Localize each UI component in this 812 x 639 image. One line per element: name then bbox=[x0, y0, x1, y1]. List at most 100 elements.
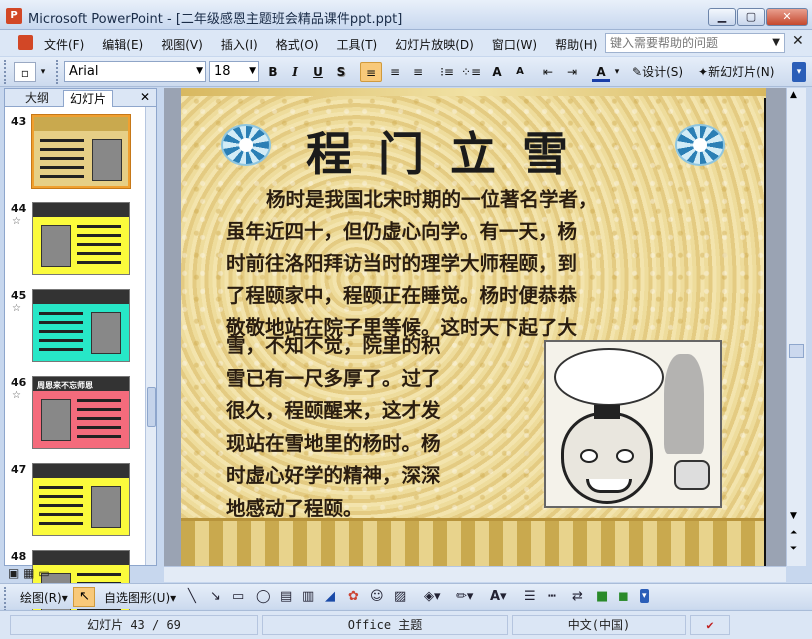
menu-item[interactable]: 幻灯片放映(D) bbox=[395, 36, 474, 53]
maximize-button[interactable]: ▢ bbox=[737, 8, 765, 26]
chevron-down-icon[interactable]: ▾ bbox=[612, 62, 622, 82]
chevron-down-icon[interactable]: ▼ bbox=[249, 62, 256, 81]
slide-thumbnail[interactable] bbox=[32, 202, 130, 275]
slide-thumbnail-row[interactable]: 46 ☆ 周恩来不忘师恩 bbox=[5, 376, 145, 456]
document-close-icon[interactable]: ✕ bbox=[792, 33, 804, 49]
picture-icon[interactable]: ▨ bbox=[394, 589, 406, 604]
previous-slide-icon[interactable]: ⏶ bbox=[790, 528, 797, 538]
shrink-font-button[interactable]: A bbox=[512, 62, 528, 82]
help-search-input[interactable]: 键入需要帮助的问题 ▼ bbox=[605, 33, 785, 53]
draw-menu-button[interactable]: 绘图(R)▾ bbox=[20, 589, 68, 606]
document-icon[interactable] bbox=[18, 35, 33, 50]
spelling-check-icon[interactable]: ✔ bbox=[690, 615, 730, 635]
minimize-button[interactable]: ▁ bbox=[708, 8, 736, 26]
grow-font-button[interactable]: A bbox=[488, 62, 506, 82]
diagram-icon[interactable]: ✿ bbox=[348, 589, 359, 604]
3d-style-icon[interactable]: ◼ bbox=[618, 589, 629, 604]
bullet-list-icon[interactable]: ⁘≡ bbox=[460, 62, 482, 82]
wordart-icon[interactable]: ◢ bbox=[325, 589, 335, 604]
shadow-style-icon[interactable]: ■ bbox=[596, 589, 608, 604]
scroll-down-icon[interactable]: ▼ bbox=[790, 511, 797, 521]
panel-scrollbar[interactable] bbox=[145, 107, 156, 565]
align-center-button[interactable]: ≡ bbox=[384, 62, 406, 82]
new-slide-button[interactable]: ✦新幻灯片(N) bbox=[698, 62, 788, 82]
slide-thumbnail-row[interactable]: 43 bbox=[5, 114, 145, 195]
next-slide-icon[interactable]: ⏷ bbox=[790, 544, 797, 554]
vertical-textbox-icon[interactable]: ▥ bbox=[302, 589, 314, 604]
menu-item[interactable]: 格式(O) bbox=[276, 36, 319, 53]
autoshapes-button[interactable]: 自选图形(U)▾ bbox=[104, 589, 176, 606]
menu-item[interactable]: 窗口(W) bbox=[492, 36, 537, 53]
slide-horizontal-scrollbar[interactable] bbox=[164, 566, 786, 582]
numbered-list-icon[interactable]: ⁝≡ bbox=[436, 62, 458, 82]
slide-paragraph-continued[interactable]: 雪，不知不觉，院里的积 雪已有一尺多厚了。过了 很久，程颐醒来，这才发 现站在雪地里的… bbox=[226, 330, 546, 525]
close-button[interactable]: ✕ bbox=[766, 8, 808, 26]
design-button[interactable]: ✎设计(S) bbox=[632, 62, 694, 82]
toolbar-grip[interactable] bbox=[4, 587, 8, 611]
hat-shape bbox=[594, 405, 620, 419]
menu-item[interactable]: 插入(I) bbox=[221, 36, 258, 53]
chevron-down-icon[interactable]: ▼ bbox=[772, 34, 780, 52]
font-color-icon[interactable]: A▾ bbox=[490, 589, 507, 604]
slide-thumbnail-row[interactable]: 47 bbox=[5, 463, 145, 543]
line-icon[interactable]: ╲ bbox=[188, 589, 196, 604]
menu-item[interactable]: 视图(V) bbox=[161, 36, 203, 53]
clipart-icon[interactable]: ☺ bbox=[370, 589, 384, 604]
line-style-icon[interactable]: ☰ bbox=[524, 589, 536, 604]
slide-vertical-scrollbar[interactable]: ▲ ▼ ⏶ ⏷ bbox=[786, 88, 806, 566]
scroll-thumb[interactable] bbox=[147, 387, 156, 427]
textbox-icon[interactable]: ▤ bbox=[280, 589, 292, 604]
normal-view-icon[interactable]: ▣ bbox=[8, 566, 19, 580]
font-size-select[interactable]: 18 ▼ bbox=[209, 61, 259, 82]
current-slide[interactable]: 程门立雪 杨时是我国北宋时期的一位著名学者， 虽年近四十，但仍虚心向学。有一天，杨… bbox=[181, 88, 766, 566]
close-icon[interactable]: ✕ bbox=[140, 90, 150, 104]
rectangle-icon[interactable]: ▭ bbox=[232, 589, 244, 604]
dash-style-icon[interactable]: ┅ bbox=[548, 589, 556, 604]
slide-thumbnail[interactable]: 周恩来不忘师恩 bbox=[32, 376, 130, 449]
font-name-select[interactable]: Arial ▼ bbox=[64, 61, 206, 82]
arrow-icon[interactable]: ↘ bbox=[210, 589, 221, 604]
toolbar-grip[interactable] bbox=[4, 60, 8, 84]
align-left-button[interactable]: ≡ bbox=[360, 62, 382, 82]
tab-outline[interactable]: 大纲 bbox=[19, 90, 55, 107]
scroll-thumb[interactable] bbox=[789, 344, 804, 358]
animation-star-icon: ☆ bbox=[12, 303, 21, 314]
powerpoint-icon[interactable]: P bbox=[6, 8, 22, 24]
underline-button[interactable]: U bbox=[309, 62, 327, 82]
italic-button[interactable]: I bbox=[286, 62, 304, 82]
slide-thumbnail[interactable] bbox=[32, 463, 130, 536]
toolbar-grip[interactable] bbox=[56, 60, 60, 84]
select-objects-button[interactable]: ↖ bbox=[73, 587, 95, 607]
font-color-button[interactable]: A bbox=[592, 62, 610, 82]
line-color-icon[interactable]: ✏▾ bbox=[456, 589, 473, 604]
new-document-icon[interactable]: ▫ bbox=[14, 62, 36, 82]
menu-item[interactable]: 帮助(H) bbox=[555, 36, 597, 53]
slide-thumbnail-row[interactable]: 44 ☆ bbox=[5, 202, 145, 282]
increase-indent-icon[interactable]: ⇥ bbox=[562, 62, 582, 82]
toolbar-options-icon[interactable]: ▾ bbox=[640, 589, 649, 603]
slide-thumbnail[interactable] bbox=[31, 114, 131, 189]
chevron-down-icon[interactable]: ▼ bbox=[196, 62, 203, 81]
decrease-indent-icon[interactable]: ⇤ bbox=[538, 62, 558, 82]
menu-item[interactable]: 编辑(E) bbox=[102, 36, 143, 53]
menu-item[interactable]: 文件(F) bbox=[44, 36, 84, 53]
slide-paragraph[interactable]: 杨时是我国北宋时期的一位著名学者， 虽年近四十，但仍虚心向学。有一天，杨 时前往洛阳… bbox=[226, 184, 746, 344]
chevron-down-icon[interactable]: ▾ bbox=[38, 62, 48, 82]
toolbar-options-icon[interactable]: ▾ bbox=[792, 62, 806, 82]
oval-icon[interactable]: ◯ bbox=[256, 589, 271, 604]
align-right-button[interactable]: ≡ bbox=[407, 62, 429, 82]
shadow-button[interactable]: S bbox=[332, 62, 350, 82]
scroll-up-icon[interactable]: ▲ bbox=[790, 90, 797, 100]
cartoon-image[interactable] bbox=[544, 340, 722, 508]
slide-heading[interactable]: 程门立雪 bbox=[306, 118, 594, 184]
arrow-style-icon[interactable]: ⇄ bbox=[572, 589, 583, 604]
tab-slides[interactable]: 幻灯片 bbox=[63, 90, 114, 107]
bold-button[interactable]: B bbox=[264, 62, 282, 82]
slideshow-icon[interactable]: ▭ bbox=[38, 566, 49, 580]
slide-thumbnail[interactable] bbox=[32, 289, 130, 362]
fill-color-icon[interactable]: ◈▾ bbox=[424, 589, 441, 604]
slide-thumbnail-row[interactable]: 45 ☆ bbox=[5, 289, 145, 369]
slide-sorter-icon[interactable]: ▦ bbox=[23, 566, 34, 580]
menu-item[interactable]: 工具(T) bbox=[337, 36, 378, 53]
new-slide-label: 新幻灯片(N) bbox=[708, 65, 775, 79]
